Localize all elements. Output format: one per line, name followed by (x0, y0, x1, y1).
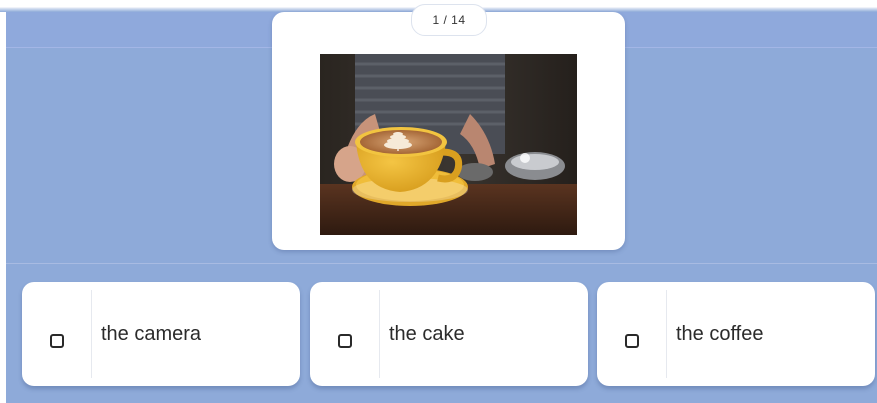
option-checkbox-cell[interactable] (310, 290, 380, 378)
progress-counter: 1 / 14 (411, 4, 487, 36)
option-checkbox-cell[interactable] (597, 290, 667, 378)
option-the-cake[interactable]: the cake (310, 282, 588, 386)
option-the-camera[interactable]: the camera (22, 282, 300, 386)
question-photo (320, 54, 577, 235)
checkbox-icon[interactable] (338, 334, 352, 348)
option-checkbox-cell[interactable] (22, 290, 92, 378)
option-label: the camera (101, 323, 202, 345)
checkbox-icon[interactable] (625, 334, 639, 348)
option-label: the cake (389, 323, 465, 345)
checkbox-icon[interactable] (50, 334, 64, 348)
option-label: the coffee (676, 323, 764, 345)
option-the-coffee[interactable]: the coffee (597, 282, 875, 386)
